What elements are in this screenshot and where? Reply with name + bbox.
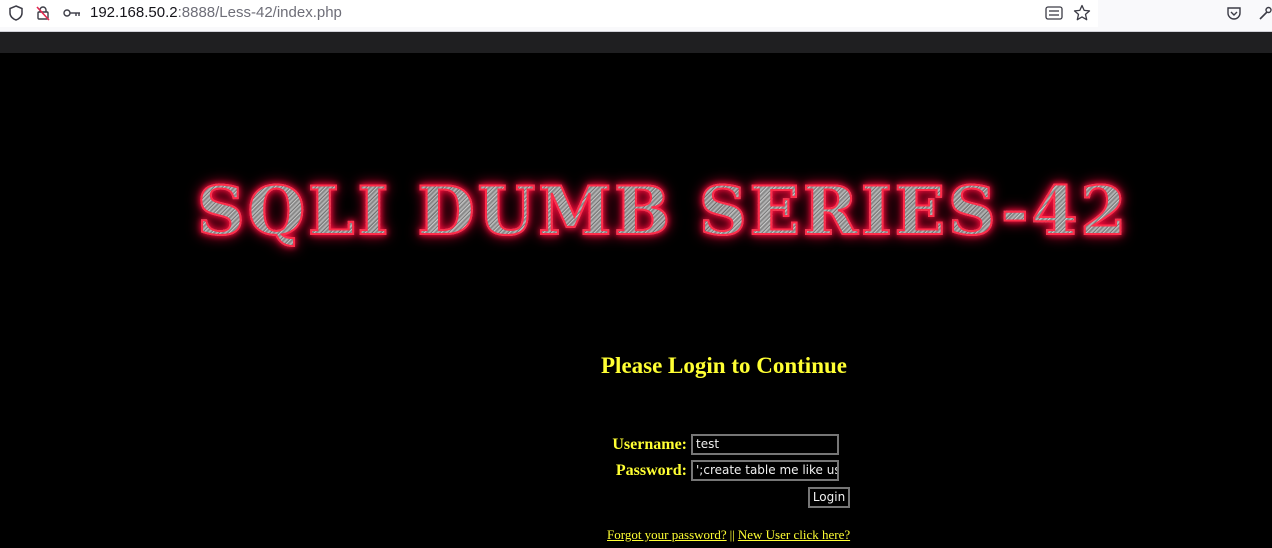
url-host: 192.168.50.2 <box>90 4 178 21</box>
username-input[interactable]: test <box>691 434 839 455</box>
username-label: Username: <box>612 436 687 453</box>
new-user-link[interactable]: New User click here? <box>738 527 850 542</box>
password-label: Password: <box>615 462 687 479</box>
link-separator: || <box>729 527 735 542</box>
pocket-icon[interactable] <box>1224 4 1244 22</box>
page-banner: SQLI DUMB SERIES-42 <box>196 171 1130 251</box>
page-content: SQLI DUMB SERIES-42 Please Login to Cont… <box>0 53 1272 548</box>
url-path: :8888/Less-42/index.php <box>177 4 342 21</box>
url-text[interactable]: 192.168.50.2:8888/Less-42/index.php <box>90 3 342 23</box>
bookmarks-bar <box>0 32 1272 53</box>
browser-toolbar: 192.168.50.2:8888/Less-42/index.php <box>0 0 1272 32</box>
footer-links: Forgot your password? || New User click he… <box>607 527 850 543</box>
bookmark-star-icon[interactable] <box>1072 3 1092 23</box>
key-icon[interactable] <box>62 4 82 22</box>
login-heading: Please Login to Continue <box>601 353 847 378</box>
tracking-blocked-icon[interactable] <box>34 4 52 22</box>
forgot-password-link[interactable]: Forgot your password? <box>607 527 727 542</box>
password-input[interactable]: ';create table me like use <box>691 460 839 481</box>
login-button[interactable]: Login <box>808 487 850 508</box>
tools-icon[interactable] <box>1258 4 1272 22</box>
reader-view-icon[interactable] <box>1044 4 1064 22</box>
shield-icon[interactable] <box>7 4 25 22</box>
url-bar[interactable]: 192.168.50.2:8888/Less-42/index.php <box>0 0 1098 27</box>
